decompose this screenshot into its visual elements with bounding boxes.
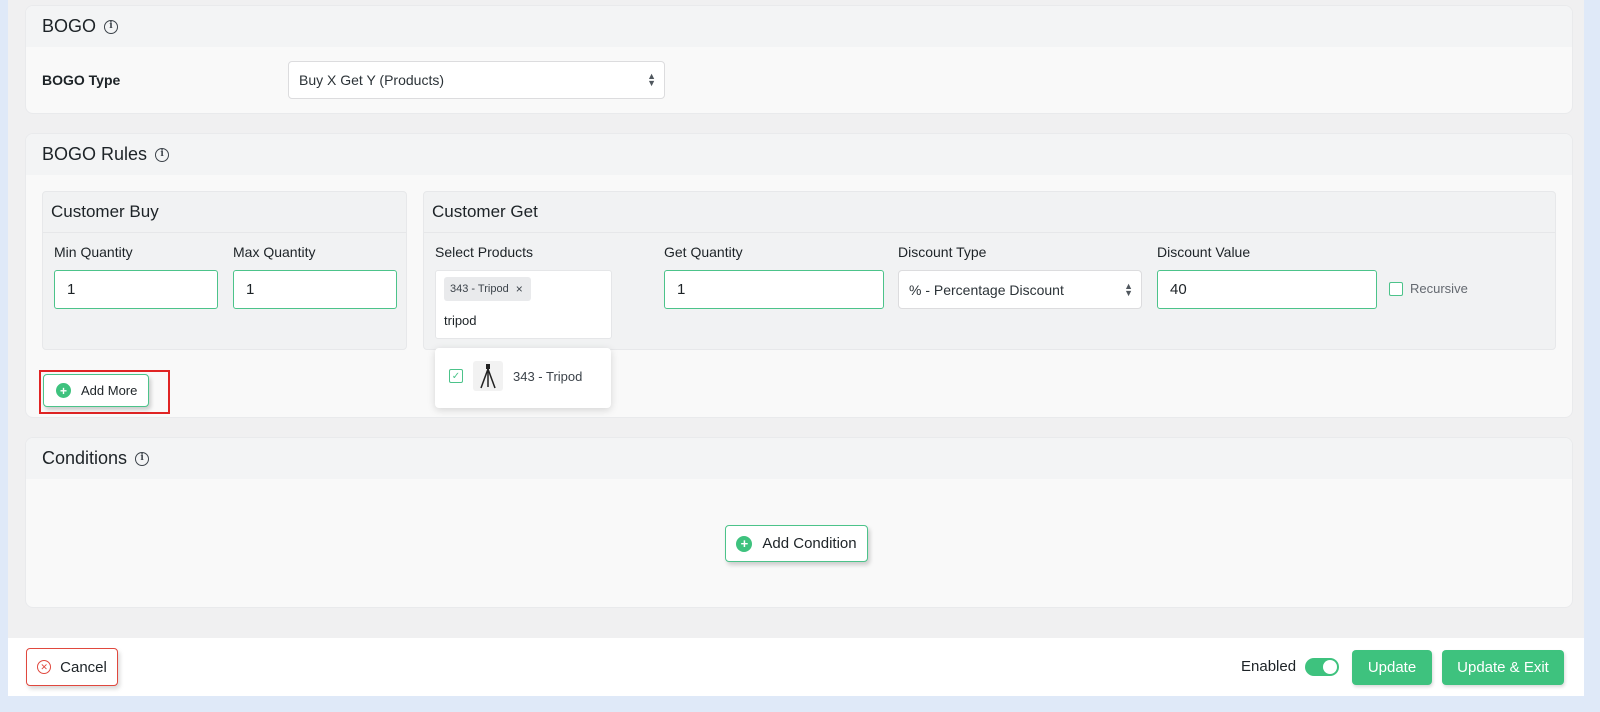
add-condition-button[interactable]: + Add Condition: [725, 525, 868, 562]
add-more-button[interactable]: + Add More: [43, 374, 149, 407]
toggle-knob: [1323, 660, 1337, 674]
select-products-field[interactable]: 343 - Tripod × tripod: [435, 270, 612, 339]
plus-circle-icon: +: [56, 383, 71, 398]
min-quantity-label: Min Quantity: [54, 244, 133, 260]
recursive-label: Recursive: [1410, 281, 1468, 296]
selected-product-tag-label: 343 - Tripod: [450, 283, 509, 295]
customer-buy-header: Customer Buy: [43, 192, 406, 233]
update-exit-label: Update & Exit: [1457, 659, 1549, 676]
max-quantity-label: Max Quantity: [233, 244, 316, 260]
conditions-header: Conditions i: [26, 438, 1572, 479]
bogo-rules-panel: BOGO Rules i Customer Buy Min Quantity 1…: [25, 133, 1573, 418]
max-quantity-value: 1: [246, 281, 255, 298]
discount-type-label: Discount Type: [898, 244, 987, 260]
recursive-checkbox-row[interactable]: Recursive: [1389, 281, 1468, 296]
x-circle-icon: ✕: [37, 660, 52, 674]
update-exit-button[interactable]: Update & Exit: [1442, 650, 1564, 685]
info-icon: i: [104, 19, 119, 34]
cancel-label: Cancel: [60, 658, 107, 676]
discount-value-input[interactable]: 40: [1157, 270, 1377, 309]
max-quantity-input[interactable]: 1: [233, 270, 397, 309]
bogo-panel: BOGO i BOGO Type Buy X Get Y (Products) …: [25, 5, 1573, 114]
select-arrows-icon: ▲ ▼: [647, 71, 656, 88]
add-condition-label: Add Condition: [762, 535, 857, 552]
discount-type-select[interactable]: % - Percentage Discount ▲ ▼: [898, 270, 1142, 309]
select-products-label: Select Products: [435, 244, 534, 260]
enabled-label: Enabled: [1241, 658, 1297, 675]
conditions-title: Conditions: [42, 448, 128, 468]
recursive-checkbox[interactable]: [1389, 281, 1403, 296]
conditions-panel: Conditions i + Add Condition: [25, 437, 1573, 608]
bogo-rules-header: BOGO Rules i: [26, 134, 1572, 175]
enabled-toggle[interactable]: [1305, 658, 1339, 676]
select-arrows-icon: ▲ ▼: [1124, 280, 1133, 298]
customer-get-title: Customer Get: [432, 202, 538, 221]
customer-buy-title: Customer Buy: [51, 202, 159, 221]
min-quantity-value: 1: [67, 281, 76, 298]
info-icon: i: [155, 147, 170, 162]
update-label: Update: [1367, 659, 1417, 676]
page-content: BOGO i BOGO Type Buy X Get Y (Products) …: [8, 0, 1584, 638]
plus-circle-icon: +: [736, 535, 753, 552]
discount-value-label: Discount Value: [1157, 244, 1251, 260]
footer-bar: ✕ Cancel Enabled Update Update & Exit: [8, 638, 1584, 696]
tripod-icon: [473, 361, 503, 391]
bogo-rules-title: BOGO Rules: [42, 144, 148, 164]
cancel-button[interactable]: ✕ Cancel: [26, 648, 118, 686]
discount-value-value: 40: [1170, 281, 1187, 298]
min-quantity-input[interactable]: 1: [54, 270, 218, 309]
bogo-type-value: Buy X Get Y (Products): [299, 72, 444, 88]
customer-get-header: Customer Get: [424, 192, 1555, 233]
product-search-input[interactable]: tripod: [444, 313, 477, 328]
bogo-type-select[interactable]: Buy X Get Y (Products) ▲ ▼: [288, 61, 665, 99]
dropdown-option[interactable]: ✓ 343 - Tripod: [449, 361, 582, 391]
product-dropdown: ✓ 343 - Tripod: [435, 348, 611, 408]
update-button[interactable]: Update: [1352, 650, 1432, 685]
discount-type-value: % - Percentage Discount: [909, 281, 1064, 298]
get-quantity-input[interactable]: 1: [664, 270, 884, 309]
option-label: 343 - Tripod: [513, 368, 583, 384]
customer-get-panel: Customer Get Select Products 343 - Tripo…: [423, 191, 1556, 350]
option-checkbox[interactable]: ✓: [449, 369, 463, 383]
add-more-label: Add More: [81, 383, 138, 398]
bogo-type-label: BOGO Type: [42, 72, 121, 88]
get-quantity-label: Get Quantity: [664, 244, 743, 260]
customer-buy-panel: Customer Buy Min Quantity 1 Max Quantity…: [42, 191, 407, 350]
bogo-panel-header: BOGO i: [26, 6, 1572, 47]
get-quantity-value: 1: [677, 281, 686, 298]
selected-product-tag: 343 - Tripod ×: [444, 277, 531, 301]
remove-tag-icon[interactable]: ×: [516, 282, 523, 296]
info-icon: i: [135, 451, 150, 466]
bogo-title: BOGO: [42, 16, 97, 36]
